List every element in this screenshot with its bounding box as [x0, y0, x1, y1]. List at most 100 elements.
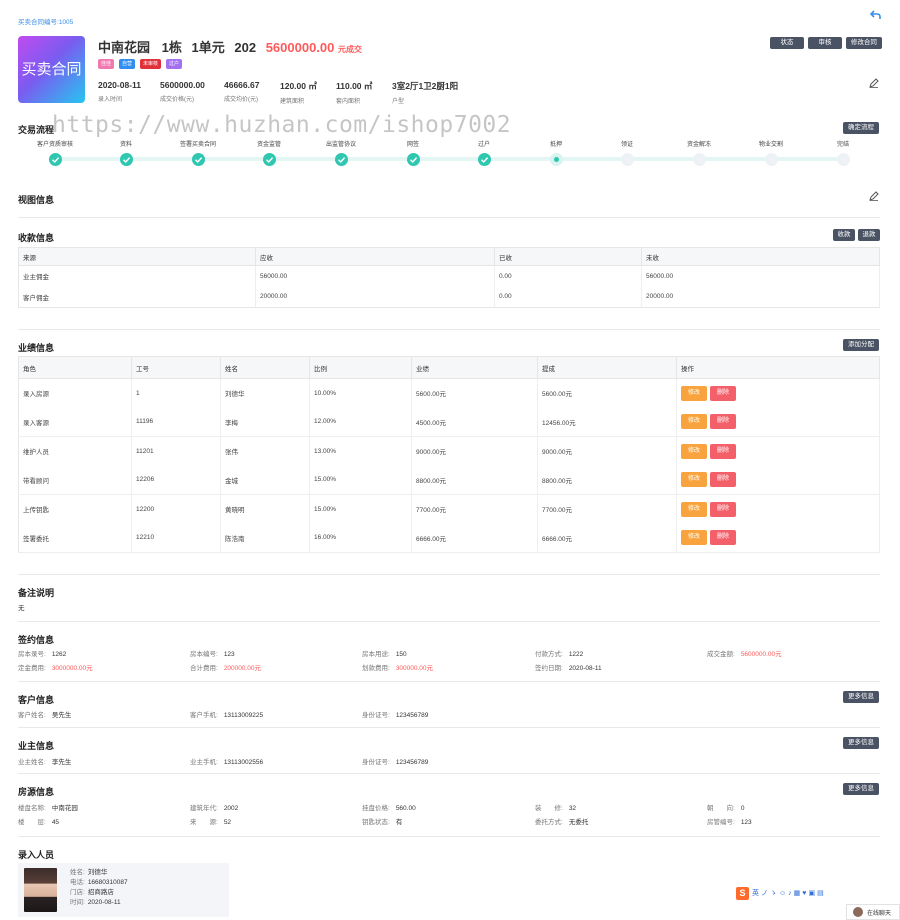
payment-cell: 业主佣金 [18, 265, 256, 287]
back-icon[interactable] [869, 9, 882, 21]
stat-label: 户型 [392, 99, 405, 105]
ime-tool-icon[interactable]: ▣ [808, 890, 817, 897]
perf-col-actions: 操作 [676, 356, 880, 379]
status-button[interactable]: 状态 [770, 37, 804, 49]
process-step-dot[interactable] [693, 153, 706, 166]
process-step-dot[interactable] [621, 153, 634, 166]
field-value: 2002 [223, 805, 239, 812]
field-label: 业主手机: [190, 759, 218, 766]
header-stat: 110.00 ㎡套内面积 [336, 80, 372, 105]
ime-toolbar[interactable]: S 英ノゝ☺♪▦♥▣▤ [736, 886, 826, 900]
refund-button[interactable]: 退款 [857, 229, 880, 241]
edit-row-button[interactable]: 修改 [681, 414, 707, 430]
confirm-process-button[interactable]: 确定流程 [843, 122, 879, 134]
info-field: 身份证号: 123456789 [362, 756, 428, 766]
process-step-label: 出监管协议 [325, 142, 356, 148]
info-field: 建筑年代: 2002 [190, 802, 238, 812]
delete-row-button[interactable]: 删除 [710, 385, 736, 401]
performance-cell: 4500.00元 [411, 407, 538, 437]
view-edit-pencil-icon[interactable] [869, 191, 879, 201]
field-label: 身份证号: [362, 712, 390, 719]
info-field: 来 源: 52 [190, 816, 231, 826]
check-icon [52, 157, 60, 164]
performance-cell: 李梅 [220, 407, 310, 437]
process-step-dot[interactable] [263, 153, 276, 166]
performance-cell: 8800.00元 [411, 465, 538, 495]
recorder-field: 电话: 16680310087 [70, 878, 128, 888]
payment-cell: 56000.00 [641, 265, 880, 287]
info-field: 客户姓名: 吴先生 [18, 709, 71, 719]
customer-more-button[interactable]: 更多信息 [843, 691, 879, 703]
ime-tool-icon[interactable]: ゝ [770, 890, 779, 897]
field-label: 定金费用: [18, 665, 46, 672]
field-label: 钥匙状态: [362, 819, 390, 826]
delete-row-button[interactable]: 删除 [710, 530, 736, 546]
field-label: 签约日期: [535, 665, 563, 672]
edit-row-button[interactable]: 修改 [681, 385, 707, 401]
edit-row-button[interactable]: 修改 [681, 501, 707, 517]
delete-row-button[interactable]: 删除 [710, 472, 736, 488]
add-allocation-button[interactable]: 添加分配 [843, 339, 879, 351]
edit-row-button[interactable]: 修改 [681, 530, 707, 546]
check-icon [338, 157, 346, 164]
house-more-button[interactable]: 更多信息 [843, 783, 879, 795]
delete-row-button[interactable]: 删除 [710, 414, 736, 430]
delete-row-button[interactable]: 删除 [710, 443, 736, 459]
performance-cell: 9000.00元 [411, 436, 538, 466]
tag-badge: 自营 [119, 59, 136, 69]
ime-tool-icon[interactable]: ノ [761, 890, 770, 897]
audit-button[interactable]: 审核 [807, 37, 842, 49]
process-step-dot[interactable] [550, 153, 563, 166]
field-label: 成交金额: [707, 651, 735, 658]
process-step-dot[interactable] [837, 153, 850, 166]
performance-cell: 黄晓明 [220, 494, 310, 524]
process-step-dot[interactable] [765, 153, 778, 166]
chat-avatar-icon [853, 907, 863, 917]
field-value: 有 [395, 819, 403, 826]
contract-logo: 买卖合同 [18, 36, 85, 103]
process-step-label: 客户资质审核 [36, 142, 73, 148]
field-value: 32 [568, 805, 577, 812]
process-track [55, 157, 845, 161]
process-step-dot[interactable] [478, 153, 491, 166]
field-label: 挂盘价格: [362, 805, 390, 812]
receive-button[interactable]: 收款 [833, 229, 855, 241]
process-step-label: 完结 [836, 142, 849, 148]
stat-value: 3室2厅1卫2厨1阳 [392, 81, 459, 91]
field-value: 123 [223, 651, 235, 658]
performance-cell: 15.00% [309, 494, 412, 524]
edit-row-button[interactable]: 修改 [681, 443, 707, 459]
process-step-label: 过户 [477, 142, 490, 148]
owner-more-button[interactable]: 更多信息 [843, 737, 879, 749]
field-value: 招商路店 [87, 889, 114, 896]
online-chat-button[interactable]: 在线聊天 [846, 904, 900, 920]
watermark: https://www.huzhan.com/ishop7002 [52, 112, 512, 138]
performance-actions: 修改 删除 [676, 436, 880, 466]
process-step-label: 签署买卖合同 [179, 142, 216, 148]
perf-col-id: 工号 [131, 356, 221, 379]
edit-row-button[interactable]: 修改 [681, 472, 707, 488]
field-label: 朝 向: [707, 805, 735, 812]
ime-tool-icon[interactable]: ▦ [794, 890, 803, 897]
info-field: 划款费用: 300000.00元 [362, 662, 433, 672]
info-field: 楼盘名称: 中南花园 [18, 802, 78, 812]
process-step-dot[interactable] [335, 153, 348, 166]
performance-header-row: 角色 工号 姓名 比例 业绩 提成 操作 [18, 356, 880, 379]
payment-row: 业主佣金 56000.00 0.00 56000.00 [18, 265, 880, 287]
tag-list: 佳佳 自营 未审核 过户 [98, 59, 187, 69]
field-label: 房本编号: [190, 651, 218, 658]
edit-contract-button[interactable]: 修改合同 [845, 37, 882, 49]
delete-row-button[interactable]: 删除 [710, 501, 736, 517]
ime-tool-icon[interactable]: 英 [752, 890, 761, 897]
edit-pencil-icon[interactable] [869, 78, 879, 88]
ime-tool-icon[interactable]: ▤ [817, 890, 826, 897]
process-step-dot[interactable] [49, 153, 62, 166]
perf-col-commission: 提成 [537, 356, 677, 379]
ime-tool-icon[interactable]: ☺ [779, 890, 788, 897]
process-step-dot[interactable] [192, 153, 205, 166]
performance-cell: 录入房源 [18, 378, 132, 408]
stat-value: 5600000.00 [160, 80, 205, 90]
process-step-dot[interactable] [407, 153, 420, 166]
performance-cell: 12456.00元 [537, 407, 677, 437]
process-step-dot[interactable] [120, 153, 133, 166]
